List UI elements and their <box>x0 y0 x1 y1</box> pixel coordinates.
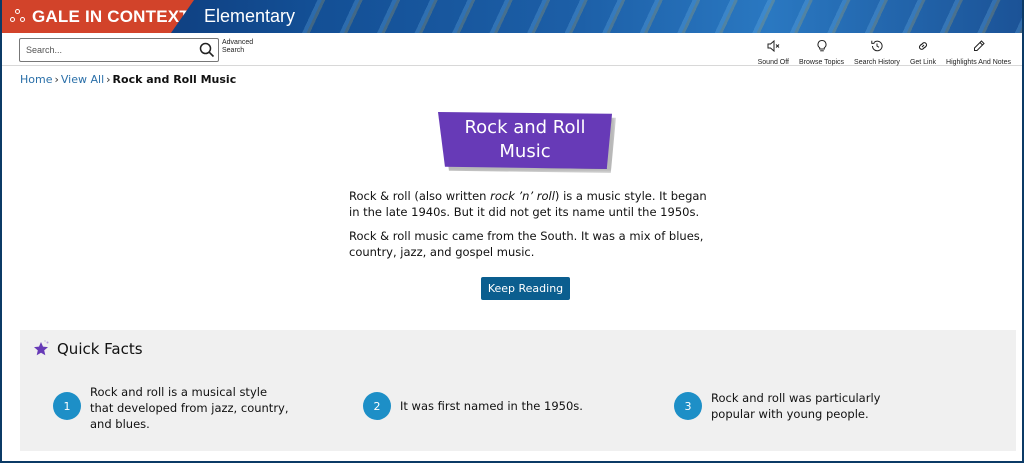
breadcrumb-view-all[interactable]: View All <box>61 73 104 86</box>
lightbulb-icon <box>815 38 829 57</box>
edition-name: Elementary <box>204 6 296 26</box>
fact-number-badge: 3 <box>674 392 702 420</box>
fact-number-badge: 1 <box>53 392 81 420</box>
quick-fact-item: 3 Rock and roll was particularly popular… <box>674 384 911 422</box>
search-history-button[interactable]: Search History <box>849 38 905 66</box>
page-frame: GALE IN CONTEXT Elementary Advanced Sear… <box>0 0 1024 463</box>
quick-fact-item: 2 It was first named in the 1950s. <box>363 384 600 420</box>
star-icon <box>32 340 50 358</box>
brand-logo-block[interactable]: GALE IN CONTEXT <box>2 0 194 33</box>
search-input[interactable] <box>26 42 196 58</box>
summary-text: Rock & roll (also written <box>349 189 491 203</box>
article-summary: Rock & roll (also written rock ’n’ roll)… <box>349 188 709 268</box>
article-title: Rock and Roll Music <box>464 117 586 162</box>
search-icon[interactable] <box>199 42 215 58</box>
breadcrumb: Home › View All › Rock and Roll Music <box>20 73 236 86</box>
breadcrumb-home[interactable]: Home <box>20 73 52 86</box>
highlights-notes-label: Highlights And Notes <box>946 59 1011 66</box>
breadcrumb-separator: › <box>54 73 59 86</box>
breadcrumb-current: Rock and Roll Music <box>112 73 237 86</box>
fact-number-badge: 2 <box>363 392 391 420</box>
summary-paragraph-1: Rock & roll (also written rock ’n’ roll)… <box>349 188 709 220</box>
top-banner: GALE IN CONTEXT Elementary <box>2 0 1022 33</box>
quick-facts-panel: Quick Facts 1 Rock and roll is a musical… <box>20 330 1016 451</box>
gale-logo-icon <box>10 8 26 25</box>
summary-italic-text: rock ’n’ roll <box>490 189 555 203</box>
toolbar: Advanced Search Sound Off Browse Topics … <box>2 33 1022 66</box>
pencil-icon <box>972 38 986 57</box>
sound-off-label: Sound Off <box>757 59 790 66</box>
search-box <box>19 38 219 62</box>
link-icon <box>916 38 930 57</box>
banner-background-image <box>302 0 1022 33</box>
toolbar-tools: Sound Off Browse Topics Search History G… <box>753 38 1016 66</box>
keep-reading-button[interactable]: Keep Reading <box>481 277 570 300</box>
speaker-mute-icon <box>766 38 780 57</box>
advanced-search-link[interactable]: Advanced Search <box>222 39 262 55</box>
summary-paragraph-2: Rock & roll music came from the South. I… <box>349 229 704 259</box>
fact-text: Rock and roll was particularly popular w… <box>711 391 881 421</box>
fact-text: It was first named in the 1950s. <box>400 399 583 413</box>
history-icon <box>870 38 884 57</box>
highlights-notes-button[interactable]: Highlights And Notes <box>941 38 1016 66</box>
brand-name: GALE IN CONTEXT <box>32 6 190 26</box>
quick-fact-item: 1 Rock and roll is a musical style that … <box>53 384 290 432</box>
breadcrumb-separator: › <box>106 73 111 86</box>
browse-topics-label: Browse Topics <box>799 59 845 66</box>
get-link-label: Get Link <box>909 59 937 66</box>
fact-text: Rock and roll is a musical style that de… <box>90 385 289 431</box>
quick-facts-title: Quick Facts <box>57 340 143 358</box>
sound-off-button[interactable]: Sound Off <box>753 38 794 66</box>
browse-topics-button[interactable]: Browse Topics <box>794 38 849 66</box>
search-history-label: Search History <box>854 59 900 66</box>
quick-facts-header: Quick Facts <box>32 340 143 358</box>
get-link-button[interactable]: Get Link <box>905 38 941 66</box>
